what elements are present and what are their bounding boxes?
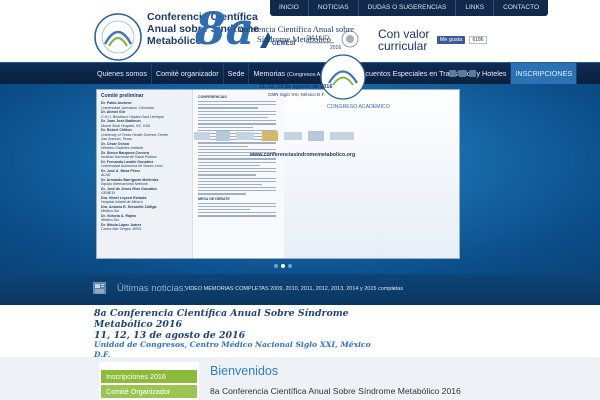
con-valor-curricular: Con valor curricular [378, 28, 429, 52]
slider-dot-1[interactable] [274, 264, 278, 268]
twitter-icon[interactable] [459, 70, 466, 77]
news-headline-link[interactable]: VIDEO MEMORIAS COMPLETAS 2009, 2010, 201… [185, 285, 403, 293]
poster-year: 2016 [330, 45, 342, 51]
welcome-title: Bienvenidos [210, 364, 279, 378]
news-label: Últimas noticias: [117, 283, 187, 294]
event-heading-line2: Metabólico 2016 [94, 319, 182, 330]
poster-dates: 11, 12, 13 de agosto de 2016 [259, 84, 333, 90]
poster-committee-list: Dr. Pablo Aschner Universidad Javeriana, … [101, 101, 188, 232]
poster-venue: CMN Siglo XXI, México D.F. [268, 92, 326, 97]
conference-logo[interactable] [93, 12, 143, 62]
poster-congreso-academico: CONGRESO ACADÉMICO [327, 104, 390, 110]
nav-descuentos[interactable]: Descuentos Especiales en Translados y Ho… [349, 63, 512, 84]
facebook-like-count: 6186 [469, 36, 487, 44]
social-icons [449, 70, 476, 77]
event-heading-line1: 8a Conferencia Científica Anual Sobre Sí… [94, 308, 349, 319]
slide-poster[interactable]: Comité preliminar Dr. Pablo Aschner Unive… [96, 89, 460, 259]
facebook-like-button[interactable]: Me gusta [437, 36, 465, 44]
poster-committee-title: Comité preliminar [101, 93, 144, 99]
event-venue-line1: Unidad de Congresos, Centro Médico Nacio… [94, 340, 371, 349]
top-nav-dudas[interactable]: DUDAS O SUGERENCIAS [359, 0, 457, 16]
top-nav-links[interactable]: LINKS [456, 0, 495, 16]
nav-memorias-label: Memorias [253, 69, 286, 78]
poster-mesa-label: MESA DE DEBATE [198, 196, 230, 201]
nav-quienes-somos[interactable]: Quienes somos [93, 63, 152, 84]
main-nav: Quienes somos Comité organizador Sede Me… [0, 62, 600, 84]
nav-comite-organizador[interactable]: Comité organizador [152, 63, 224, 84]
slider-dot-3[interactable] [288, 264, 292, 268]
slider-pagination [274, 264, 292, 268]
slider-dot-2[interactable] [281, 264, 285, 268]
con-valor-line2: curricular [378, 39, 428, 53]
poster-logo-seal [320, 54, 366, 100]
newspaper-icon [93, 282, 106, 294]
welcome-text: 8a Conferencia Científica Anual Sobre Sí… [210, 386, 461, 396]
poster-title: Conferencia Científica Anual sobre Síndr… [233, 24, 355, 44]
nav-sede[interactable]: Sede [224, 63, 250, 84]
poster-committee-panel: Comité preliminar Dr. Pablo Aschner Unive… [97, 90, 193, 258]
sidebar-item-comite[interactable]: Comité Organizador [101, 385, 197, 398]
event-heading: 8a Conferencia Científica Anual Sobre Sí… [94, 308, 394, 341]
poster-url: www.conferenciasindromemetabolico.org [250, 152, 356, 158]
nav-inscripciones[interactable]: INSCRIPCIONES [511, 63, 578, 84]
top-nav: INICIO NOTICIAS DUDAS O SUGERENCIAS LINK… [270, 0, 548, 16]
youtube-icon[interactable] [469, 70, 476, 77]
poster-sponsor-logos [194, 131, 354, 141]
facebook-icon[interactable] [449, 70, 456, 77]
poster-title-panel [284, 90, 459, 258]
poster-program-panel: CONFERENCIAS MESA DE DEBATE [194, 90, 284, 258]
sidebar-item-inscripciones[interactable]: Inscripciones 2016 [101, 370, 197, 383]
top-nav-inicio[interactable]: INICIO [270, 0, 309, 16]
top-nav-noticias[interactable]: NOTICIAS [309, 0, 359, 16]
poster-committee-entry: Carlos Mar Gregor, IMSS [101, 227, 142, 231]
top-nav-contacto[interactable]: CONTACTO [494, 0, 548, 16]
news-more-link[interactable]: » [393, 285, 396, 293]
